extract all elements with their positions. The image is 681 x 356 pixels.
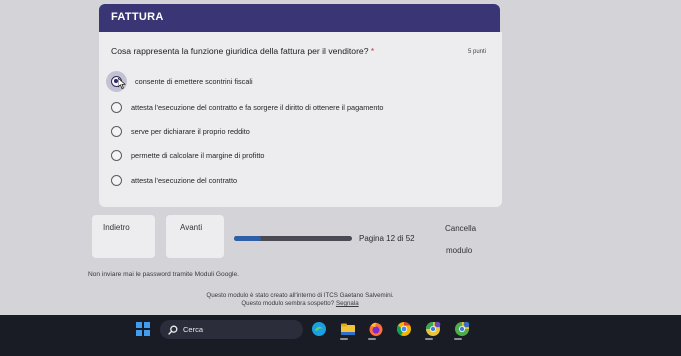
next-button[interactable]: Avanti xyxy=(166,215,224,258)
option-3[interactable]: serve per dichiarare il proprio reddito xyxy=(111,123,250,139)
suspicious-text: Questo modulo sembra sospetto? xyxy=(241,300,335,307)
question-text: Cosa rappresenta la funzione giuridica d… xyxy=(111,46,375,56)
radio-button[interactable] xyxy=(111,149,122,161)
option-4[interactable]: permette di calcolare il margine di prof… xyxy=(111,147,264,163)
taskbar-search[interactable]: Cerca xyxy=(160,320,303,339)
windows-start-icon[interactable] xyxy=(136,322,150,336)
option-2[interactable]: attesta l'esecuzione del contratto e fa … xyxy=(111,99,383,115)
option-1[interactable]: consente di emettere scontrini fiscali xyxy=(111,73,253,89)
progress-bar-fill xyxy=(234,236,262,241)
option-label: attesta l'esecuzione del contratto e fa … xyxy=(131,102,384,112)
clear-form-link[interactable]: Cancella xyxy=(445,224,476,233)
radio-button[interactable] xyxy=(111,101,122,113)
section-header: FATTURA xyxy=(99,4,500,32)
page-indicator: Pagina 12 di 52 xyxy=(359,234,415,243)
chrome-profile-2-icon[interactable] xyxy=(454,321,470,337)
question-card: Cosa rappresenta la funzione giuridica d… xyxy=(99,32,502,207)
option-label: attesta l'esecuzione del contratto xyxy=(131,175,238,185)
search-icon xyxy=(168,325,178,335)
option-label: serve per dichiarare il proprio reddito xyxy=(131,126,250,136)
radio-button-selected[interactable] xyxy=(111,75,126,89)
search-label: Cerca xyxy=(183,325,204,334)
section-title: FATTURA xyxy=(111,11,164,23)
active-app-indicator xyxy=(425,338,433,340)
report-link[interactable]: Segnala xyxy=(336,300,359,307)
edge-icon[interactable] xyxy=(311,321,327,337)
progress-bar xyxy=(234,236,352,241)
option-5[interactable]: attesta l'esecuzione del contratto xyxy=(111,172,237,188)
active-app-indicator xyxy=(340,338,348,340)
option-label: permette di calcolare il margine di prof… xyxy=(131,150,265,160)
report-line: Questo modulo sembra sospetto? Segnala xyxy=(0,300,600,307)
active-app-indicator xyxy=(368,338,376,340)
option-label: consente di emettere scontrini fiscali xyxy=(135,76,253,86)
radio-button[interactable] xyxy=(111,125,122,137)
password-warning: Non inviare mai le password tramite Modu… xyxy=(88,271,239,278)
chrome-icon[interactable] xyxy=(396,321,412,337)
firefox-icon[interactable] xyxy=(368,321,384,337)
back-button[interactable]: Indietro xyxy=(92,215,155,258)
radio-button[interactable] xyxy=(111,174,122,186)
mouse-cursor-icon xyxy=(118,77,126,89)
chrome-profile-1-icon[interactable] xyxy=(425,321,441,337)
file-explorer-icon[interactable] xyxy=(340,321,356,337)
created-by-note: Questo modulo è stato creato all'interno… xyxy=(206,292,394,299)
question-points: 5 punti xyxy=(467,49,486,55)
active-app-indicator xyxy=(454,338,462,340)
clear-form-link-suffix[interactable]: modulo xyxy=(446,246,472,255)
required-marker: * xyxy=(370,46,375,56)
